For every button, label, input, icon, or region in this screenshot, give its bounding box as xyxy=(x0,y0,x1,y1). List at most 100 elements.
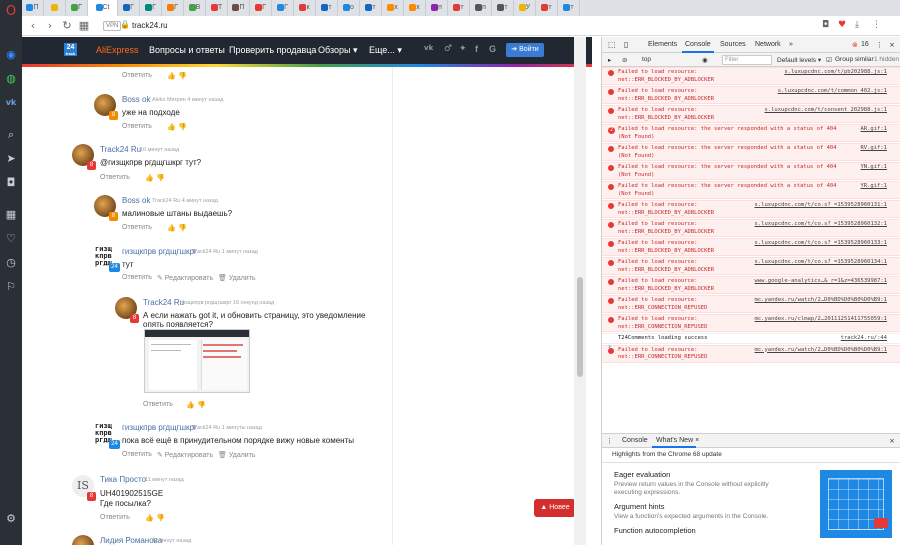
inspect-icon[interactable]: ⬚ xyxy=(608,40,616,49)
like-dislike[interactable]: 👍 👎 xyxy=(186,401,206,409)
extensions-icon[interactable]: ⚐ xyxy=(4,280,18,294)
browser-tab[interactable]: п xyxy=(470,0,492,16)
close-drawer-icon[interactable]: × xyxy=(889,437,895,445)
like-dislike[interactable]: 👍 👎 xyxy=(167,224,187,232)
vpn-badge[interactable]: VPN xyxy=(103,21,122,31)
reload-icon[interactable]: ↻ xyxy=(60,19,74,33)
console-source-link[interactable]: YR.gif:1 xyxy=(861,183,888,191)
heart-icon[interactable]: ♡ xyxy=(4,232,18,246)
drawer-menu-icon[interactable]: ⋮ xyxy=(606,437,613,445)
back-icon[interactable]: ‹ xyxy=(26,19,40,33)
comment-author[interactable]: гизщкпрв ргдщгшкрг xyxy=(122,423,197,432)
attached-screenshot[interactable] xyxy=(144,329,250,393)
console-message[interactable]: Failed to load resource: net::ERR_BLOCKE… xyxy=(602,219,900,237)
vk-icon[interactable]: vk xyxy=(424,44,433,52)
reply-link[interactable]: Ответить xyxy=(122,274,152,281)
console-source-link[interactable]: track24.ru/:44 xyxy=(841,335,887,343)
send-icon[interactable]: ➤ xyxy=(4,152,18,166)
tab-console[interactable]: Console xyxy=(685,41,711,48)
clear-console-icon[interactable]: ⊘ xyxy=(622,56,627,64)
more-tabs[interactable]: » xyxy=(789,41,793,48)
url-input[interactable]: track24.ru xyxy=(132,21,168,30)
download-icon[interactable]: ⤓ xyxy=(855,20,859,30)
levels-select[interactable]: Default levels ▾ xyxy=(777,56,821,64)
speed-dial-icon[interactable]: ▦ xyxy=(77,19,91,33)
vk-icon[interactable]: vk xyxy=(4,96,18,110)
feature-title[interactable]: Function autocompletion xyxy=(614,526,696,535)
like-dislike[interactable]: 👍 👎 xyxy=(167,72,187,80)
edit-link[interactable]: ✎ Редактировать xyxy=(157,451,213,459)
browser-tab[interactable]: т xyxy=(360,0,382,16)
google-icon[interactable]: G xyxy=(489,44,496,54)
feature-title[interactable]: Argument hints xyxy=(614,502,664,511)
error-count[interactable]: 16 xyxy=(861,41,869,48)
browser-tab[interactable]: Г xyxy=(66,0,88,16)
browser-tab[interactable]: Г xyxy=(140,0,162,16)
tab-sources[interactable]: Sources xyxy=(720,41,746,48)
scrollbar-thumb[interactable] xyxy=(577,277,583,377)
console-source-link[interactable]: mc.yandex.ru/watch/2…D0%BD%D0%B0%D0%B9:1 xyxy=(755,347,887,355)
apps-icon[interactable]: ▦ xyxy=(4,208,18,222)
menu-icon[interactable]: ⋮ xyxy=(872,20,881,30)
console-source-link[interactable]: mc.yandex.ru/clmap/2…20111251411755059:1 xyxy=(755,316,887,324)
console-message[interactable]: 2 Failed to load resource: the server res… xyxy=(602,124,900,142)
console-prompt[interactable]: › xyxy=(608,342,611,351)
reply-link[interactable]: Ответить xyxy=(100,174,130,181)
console-message[interactable]: Failed to load resource: the server resp… xyxy=(602,143,900,161)
eye-icon[interactable]: ◉ xyxy=(702,56,708,64)
odnoklassniki-icon[interactable]: ♂ xyxy=(444,44,452,54)
filter-input[interactable]: Filter xyxy=(722,55,772,65)
heart-icon[interactable]: ♥ xyxy=(838,20,846,30)
comment-author[interactable]: Boss ok xyxy=(122,196,150,205)
group-similar-checkbox[interactable]: ☑ xyxy=(826,56,832,64)
browser-tab[interactable] xyxy=(44,0,66,16)
browser-tab[interactable]: п xyxy=(426,0,448,16)
console-message[interactable]: Failed to load resource: net::ERR_BLOCKE… xyxy=(602,105,900,123)
console-message[interactable]: Failed to load resource: net::ERR_BLOCKE… xyxy=(602,86,900,104)
browser-tab[interactable]: х xyxy=(382,0,404,16)
console-source-link[interactable]: s.luxupcdnc.com/t/co.s?_=1539528960131:1 xyxy=(755,202,887,210)
console-message[interactable]: T24Comments loading success track24.ru/:4… xyxy=(602,333,900,344)
nav-aliexpress[interactable]: AliExpress xyxy=(96,45,139,55)
device-toolbar-icon[interactable]: ▯ xyxy=(624,40,628,49)
reply-link[interactable]: Ответить xyxy=(122,451,152,458)
like-dislike[interactable]: 👍 👎 xyxy=(145,174,165,182)
history-icon[interactable]: ◷ xyxy=(4,256,18,270)
lock-icon[interactable]: 🔒 xyxy=(120,20,130,29)
drawer-tab-whats-new[interactable]: What's New × xyxy=(656,437,699,444)
page-scrollbar[interactable] xyxy=(574,37,586,545)
console-message[interactable]: Failed to load resource: net::ERR_BLOCKE… xyxy=(602,238,900,256)
camera-icon[interactable]: ◘ xyxy=(822,20,829,30)
browser-tab[interactable]: П xyxy=(228,0,250,16)
messenger-icon[interactable]: ◉ xyxy=(4,48,18,62)
comment-author[interactable]: Тика Просто xyxy=(100,475,146,484)
console-source-link[interactable]: www.google-analytics…& r=1&z=436539987:1 xyxy=(755,278,887,286)
browser-tab[interactable]: Г xyxy=(250,0,272,16)
console-source-link[interactable]: s.luxupcdnc.com/t/pb202988.js:1 xyxy=(784,69,887,77)
console-message[interactable]: Failed to load resource: net::ERR_BLOCKE… xyxy=(602,67,900,85)
console-source-link[interactable]: RV.gif:1 xyxy=(861,145,888,153)
menu-icon[interactable]: ⋮ xyxy=(876,41,883,49)
browser-tab[interactable]: х xyxy=(404,0,426,16)
feature-title[interactable]: Eager evaluation xyxy=(614,470,670,479)
browser-tab[interactable]: т xyxy=(448,0,470,16)
console-source-link[interactable]: s.luxupcdnc.com/t/consent 202988.js:1 xyxy=(764,107,887,115)
nav-reviews[interactable]: Обзоры ▾ xyxy=(318,45,357,56)
browser-tab[interactable]: о xyxy=(338,0,360,16)
nav-qa[interactable]: Вопросы и ответы xyxy=(149,45,225,55)
browser-tab[interactable]: к xyxy=(294,0,316,16)
browser-tab[interactable]: т xyxy=(316,0,338,16)
forward-icon[interactable]: › xyxy=(43,19,57,33)
opera-logo[interactable]: O xyxy=(4,5,18,19)
browser-tab[interactable]: Сt xyxy=(88,0,118,16)
console-message[interactable]: Failed to load resource: net::ERR_BLOCKE… xyxy=(602,200,900,218)
whatsapp-icon[interactable]: ◍ xyxy=(4,72,18,86)
reply-link[interactable]: Ответить xyxy=(122,224,152,231)
console-message[interactable]: Failed to load resource: net::ERR_BLOCKE… xyxy=(602,276,900,294)
console-message[interactable]: Failed to load resource: the server resp… xyxy=(602,181,900,199)
browser-tab[interactable]: Г xyxy=(118,0,140,16)
browser-tab[interactable]: т xyxy=(558,0,580,16)
browser-tab[interactable]: П xyxy=(22,0,44,16)
console-source-link[interactable]: s.luxupcdnc.com/t/co.s?_=1539528960132:1 xyxy=(755,221,887,229)
reply-link[interactable]: Ответить xyxy=(100,514,130,521)
